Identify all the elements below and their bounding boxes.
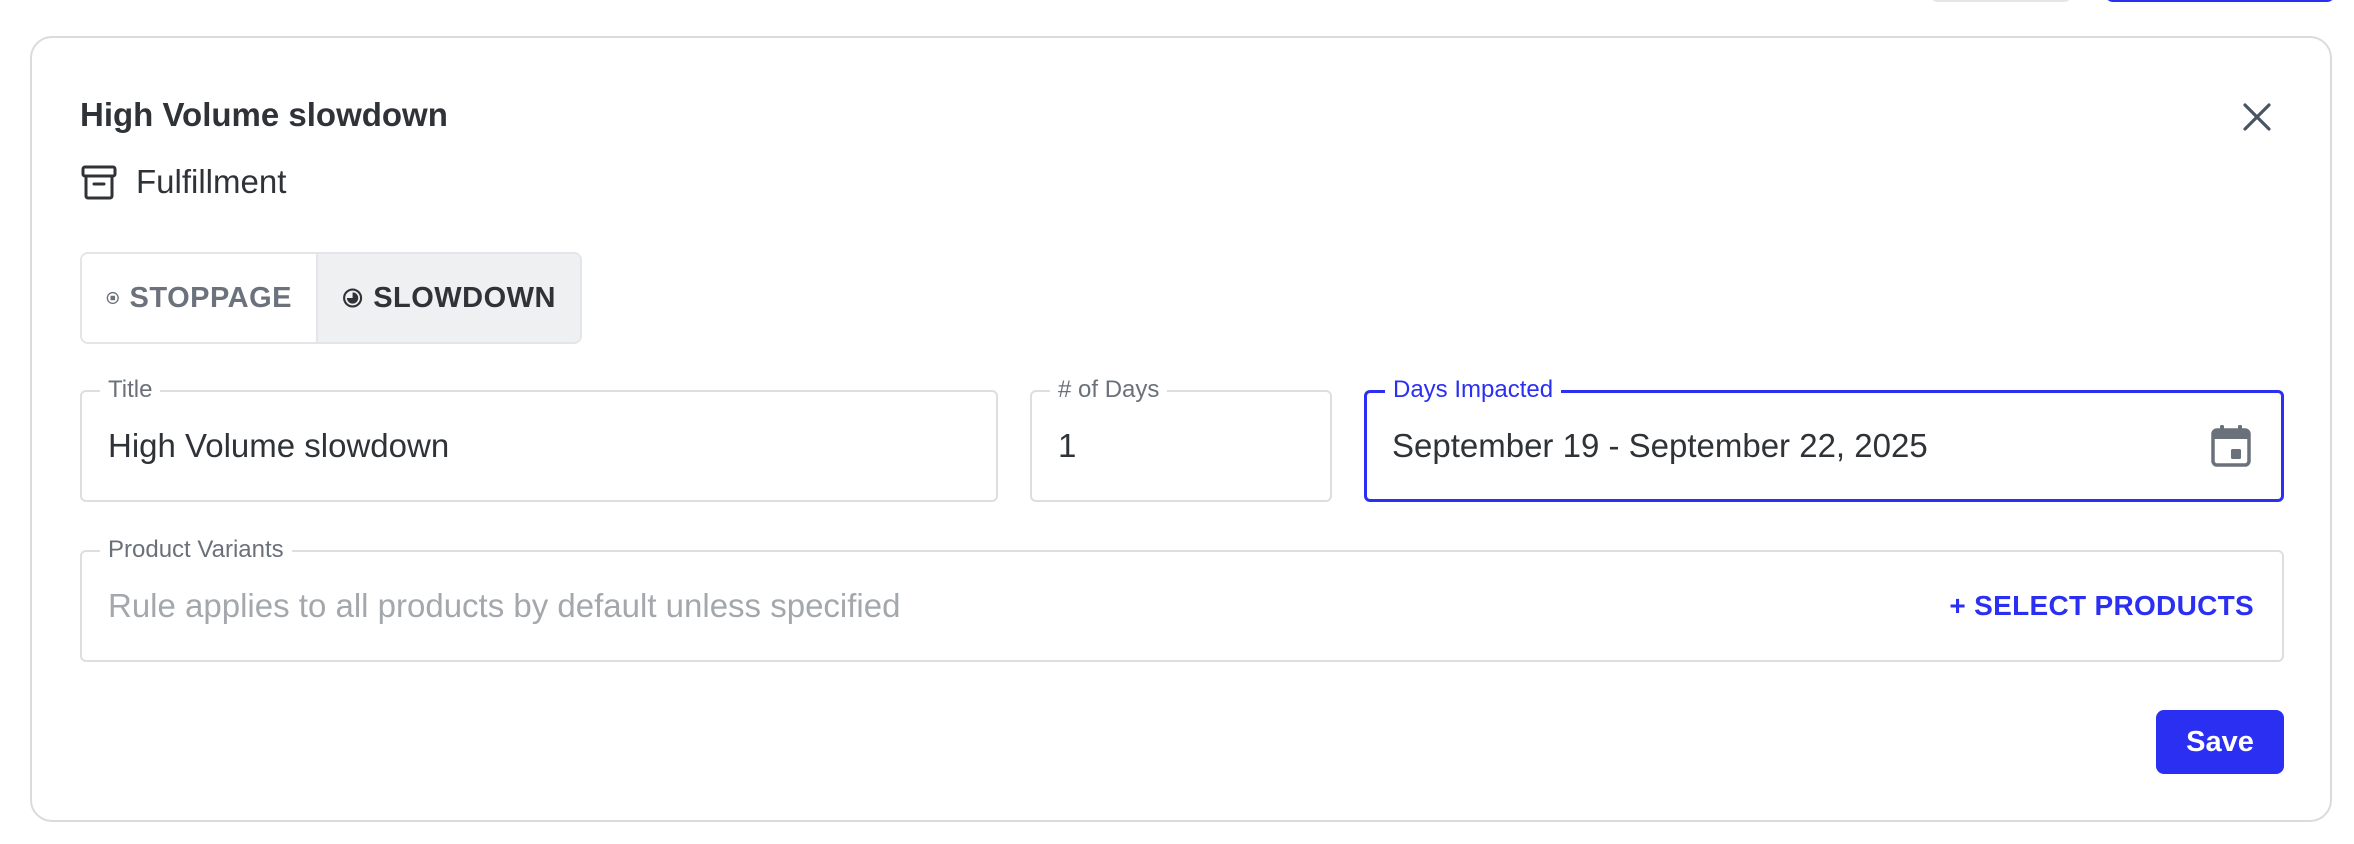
category-label: Fulfillment [136,163,287,200]
slowdown-label: SLOWDOWN [373,281,556,314]
days-impacted-field[interactable]: Days Impacted September 19 - September 2… [1364,376,2284,502]
top-primary-button[interactable] [2105,0,2335,2]
rule-card: High Volume slowdown Fulfillment STOPPAG… [30,36,2332,822]
close-button[interactable] [2232,92,2282,142]
close-icon [2243,103,2271,131]
days-impacted-value: September 19 - September 22, 2025 [1392,427,1928,464]
half-circle-icon [343,288,363,308]
mode-toggle-group: STOPPAGE SLOWDOWN [80,252,582,344]
calendar-icon[interactable] [2209,423,2253,469]
days-count-field[interactable]: # of Days 1 [1030,376,1332,502]
save-button[interactable]: Save [2156,710,2284,774]
stoppage-toggle[interactable]: STOPPAGE [82,254,318,342]
product-variants-field[interactable]: Product Variants Rule applies to all pro… [80,536,2284,662]
archive-box-icon [81,165,117,200]
product-variants-placeholder: Rule applies to all products by default … [108,587,901,624]
days-count-value: 1 [1058,427,1077,464]
stoppage-label: STOPPAGE [129,281,292,314]
category-row: Fulfillment [80,160,286,204]
title-field-value: High Volume slowdown [108,427,450,464]
slowdown-toggle[interactable]: SLOWDOWN [318,254,580,342]
select-products-button[interactable]: + SELECT PRODUCTS [1949,552,2254,660]
stop-circle-icon [106,291,119,305]
top-secondary-button[interactable] [1930,0,2072,2]
card-title: High Volume slowdown [80,96,448,133]
title-field[interactable]: Title High Volume slowdown [80,376,998,502]
